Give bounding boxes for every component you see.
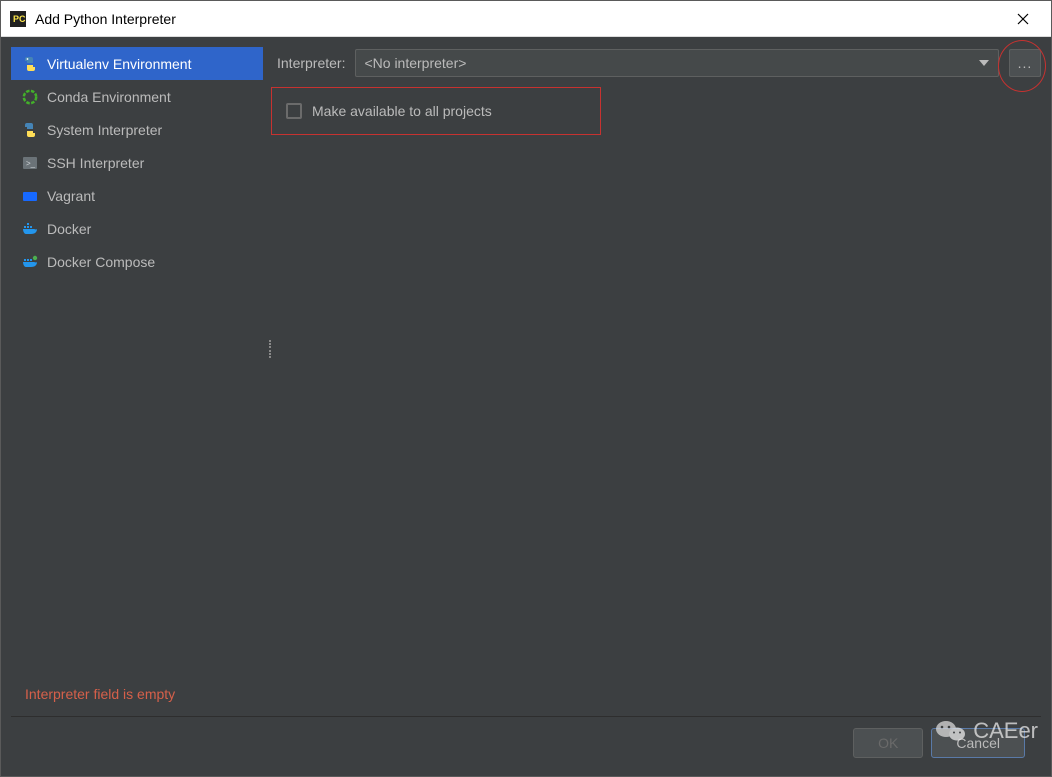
dialog-content: Virtualenv Environment Conda Environment xyxy=(1,37,1051,776)
split-handle[interactable] xyxy=(269,340,273,358)
close-button[interactable] xyxy=(1003,3,1043,35)
browse-button[interactable]: ... xyxy=(1009,49,1041,77)
window-title: Add Python Interpreter xyxy=(35,11,1003,27)
sidebar-item-docker[interactable]: Docker xyxy=(11,212,263,245)
title-bar: PC Add Python Interpreter xyxy=(1,1,1051,37)
svg-text:PC: PC xyxy=(13,14,26,24)
interpreter-label: Interpreter: xyxy=(271,55,345,71)
docker-compose-icon xyxy=(21,253,39,271)
sidebar-item-label: Docker Compose xyxy=(47,254,155,270)
sidebar-item-label: SSH Interpreter xyxy=(47,155,144,171)
watermark-text: CAEer xyxy=(973,718,1038,744)
vagrant-icon xyxy=(21,187,39,205)
sidebar-item-label: Docker xyxy=(47,221,91,237)
button-row: OK Cancel xyxy=(11,716,1041,766)
interpreter-dropdown[interactable]: <No interpreter> xyxy=(355,49,999,77)
conda-icon xyxy=(21,88,39,106)
svg-text:>_: >_ xyxy=(26,159,36,168)
watermark: CAEer xyxy=(935,717,1038,745)
interpreter-value: <No interpreter> xyxy=(364,55,466,71)
sidebar-item-ssh[interactable]: >_ SSH Interpreter xyxy=(11,146,263,179)
sidebar-item-conda[interactable]: Conda Environment xyxy=(11,80,263,113)
sidebar-item-label: Conda Environment xyxy=(47,89,171,105)
sidebar-item-label: Vagrant xyxy=(47,188,95,204)
sidebar-item-virtualenv[interactable]: Virtualenv Environment xyxy=(11,47,263,80)
checkbox-label: Make available to all projects xyxy=(312,103,492,119)
sidebar-item-docker-compose[interactable]: Docker Compose xyxy=(11,245,263,278)
python-icon xyxy=(21,121,39,139)
checkbox-row: Make available to all projects xyxy=(271,87,601,135)
sidebar-item-label: Virtualenv Environment xyxy=(47,56,191,72)
sidebar-item-system[interactable]: System Interpreter xyxy=(11,113,263,146)
sidebar: Virtualenv Environment Conda Environment xyxy=(11,47,263,678)
checkbox-available-all[interactable] xyxy=(286,103,302,119)
python-venv-icon xyxy=(21,55,39,73)
sidebar-item-vagrant[interactable]: Vagrant xyxy=(11,179,263,212)
wechat-icon xyxy=(935,717,967,745)
right-panel: Interpreter: <No interpreter> ... Make xyxy=(271,47,1041,678)
chevron-down-icon xyxy=(974,53,994,73)
terminal-icon: >_ xyxy=(21,154,39,172)
pycharm-icon: PC xyxy=(9,10,27,28)
ok-button[interactable]: OK xyxy=(853,728,923,758)
main-area: Virtualenv Environment Conda Environment xyxy=(11,47,1041,678)
error-message: Interpreter field is empty xyxy=(11,678,1041,716)
interpreter-row: Interpreter: <No interpreter> ... xyxy=(271,47,1041,79)
annotation-circle xyxy=(998,40,1046,92)
dialog-window: PC Add Python Interpreter xyxy=(0,0,1052,777)
docker-icon xyxy=(21,220,39,238)
sidebar-item-label: System Interpreter xyxy=(47,122,162,138)
